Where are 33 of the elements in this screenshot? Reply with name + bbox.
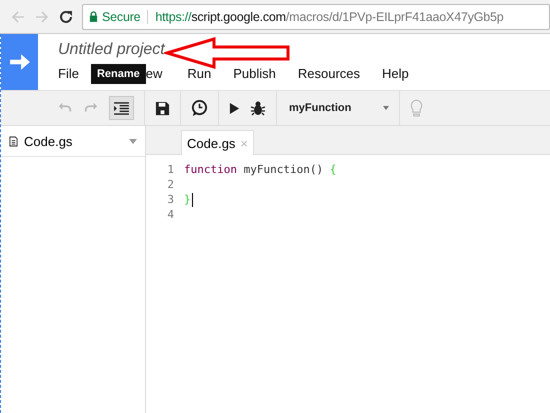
project-title[interactable]: Untitled project bbox=[58, 40, 431, 58]
code-line: } bbox=[184, 193, 191, 206]
line-number: 1 bbox=[166, 163, 174, 176]
tab-label: Code.gs bbox=[187, 136, 236, 150]
menu-item[interactable]: ew bbox=[146, 66, 162, 81]
line-number: 3 bbox=[166, 193, 174, 206]
sidebar-file[interactable]: Code.gs bbox=[1, 126, 145, 157]
file-name: Code.gs bbox=[24, 134, 72, 148]
bug-icon[interactable] bbox=[250, 100, 266, 116]
function-dropdown[interactable]: myFunction bbox=[287, 102, 390, 114]
lock-icon bbox=[89, 11, 98, 22]
menu-item[interactable]: Help bbox=[382, 66, 409, 81]
save-icon[interactable] bbox=[155, 100, 170, 116]
security-label: Secure bbox=[102, 10, 140, 24]
url-text: https://script.google.com/macros/d/1PVp-EILprF41aaoX47yGb5p bbox=[155, 10, 504, 24]
address-bar[interactable]: Secure https://script.google.com/macros/d/1PVp-EILprF41aaoX47yGb5p bbox=[82, 4, 550, 30]
menu-item[interactable]: Publish bbox=[233, 66, 276, 81]
rename-tooltip: Rename bbox=[90, 64, 146, 84]
menu-item[interactable]: Run bbox=[187, 66, 212, 81]
caret-icon bbox=[383, 106, 390, 110]
file-tab[interactable]: Code.gs × bbox=[181, 130, 254, 155]
clock-icon[interactable] bbox=[191, 100, 208, 116]
caret-icon[interactable] bbox=[129, 138, 137, 144]
menu-item[interactable]: Resources bbox=[298, 66, 360, 81]
line-number: 4 bbox=[166, 208, 174, 221]
indent-button[interactable] bbox=[109, 96, 134, 120]
menu-item[interactable]: File bbox=[58, 66, 79, 81]
indent-icon bbox=[114, 102, 129, 114]
document-icon bbox=[9, 136, 18, 146]
line-number: 2 bbox=[166, 178, 174, 191]
reload-icon[interactable] bbox=[58, 8, 74, 24]
play-icon[interactable] bbox=[229, 102, 240, 114]
code-line: function myFunction() { bbox=[184, 163, 336, 176]
